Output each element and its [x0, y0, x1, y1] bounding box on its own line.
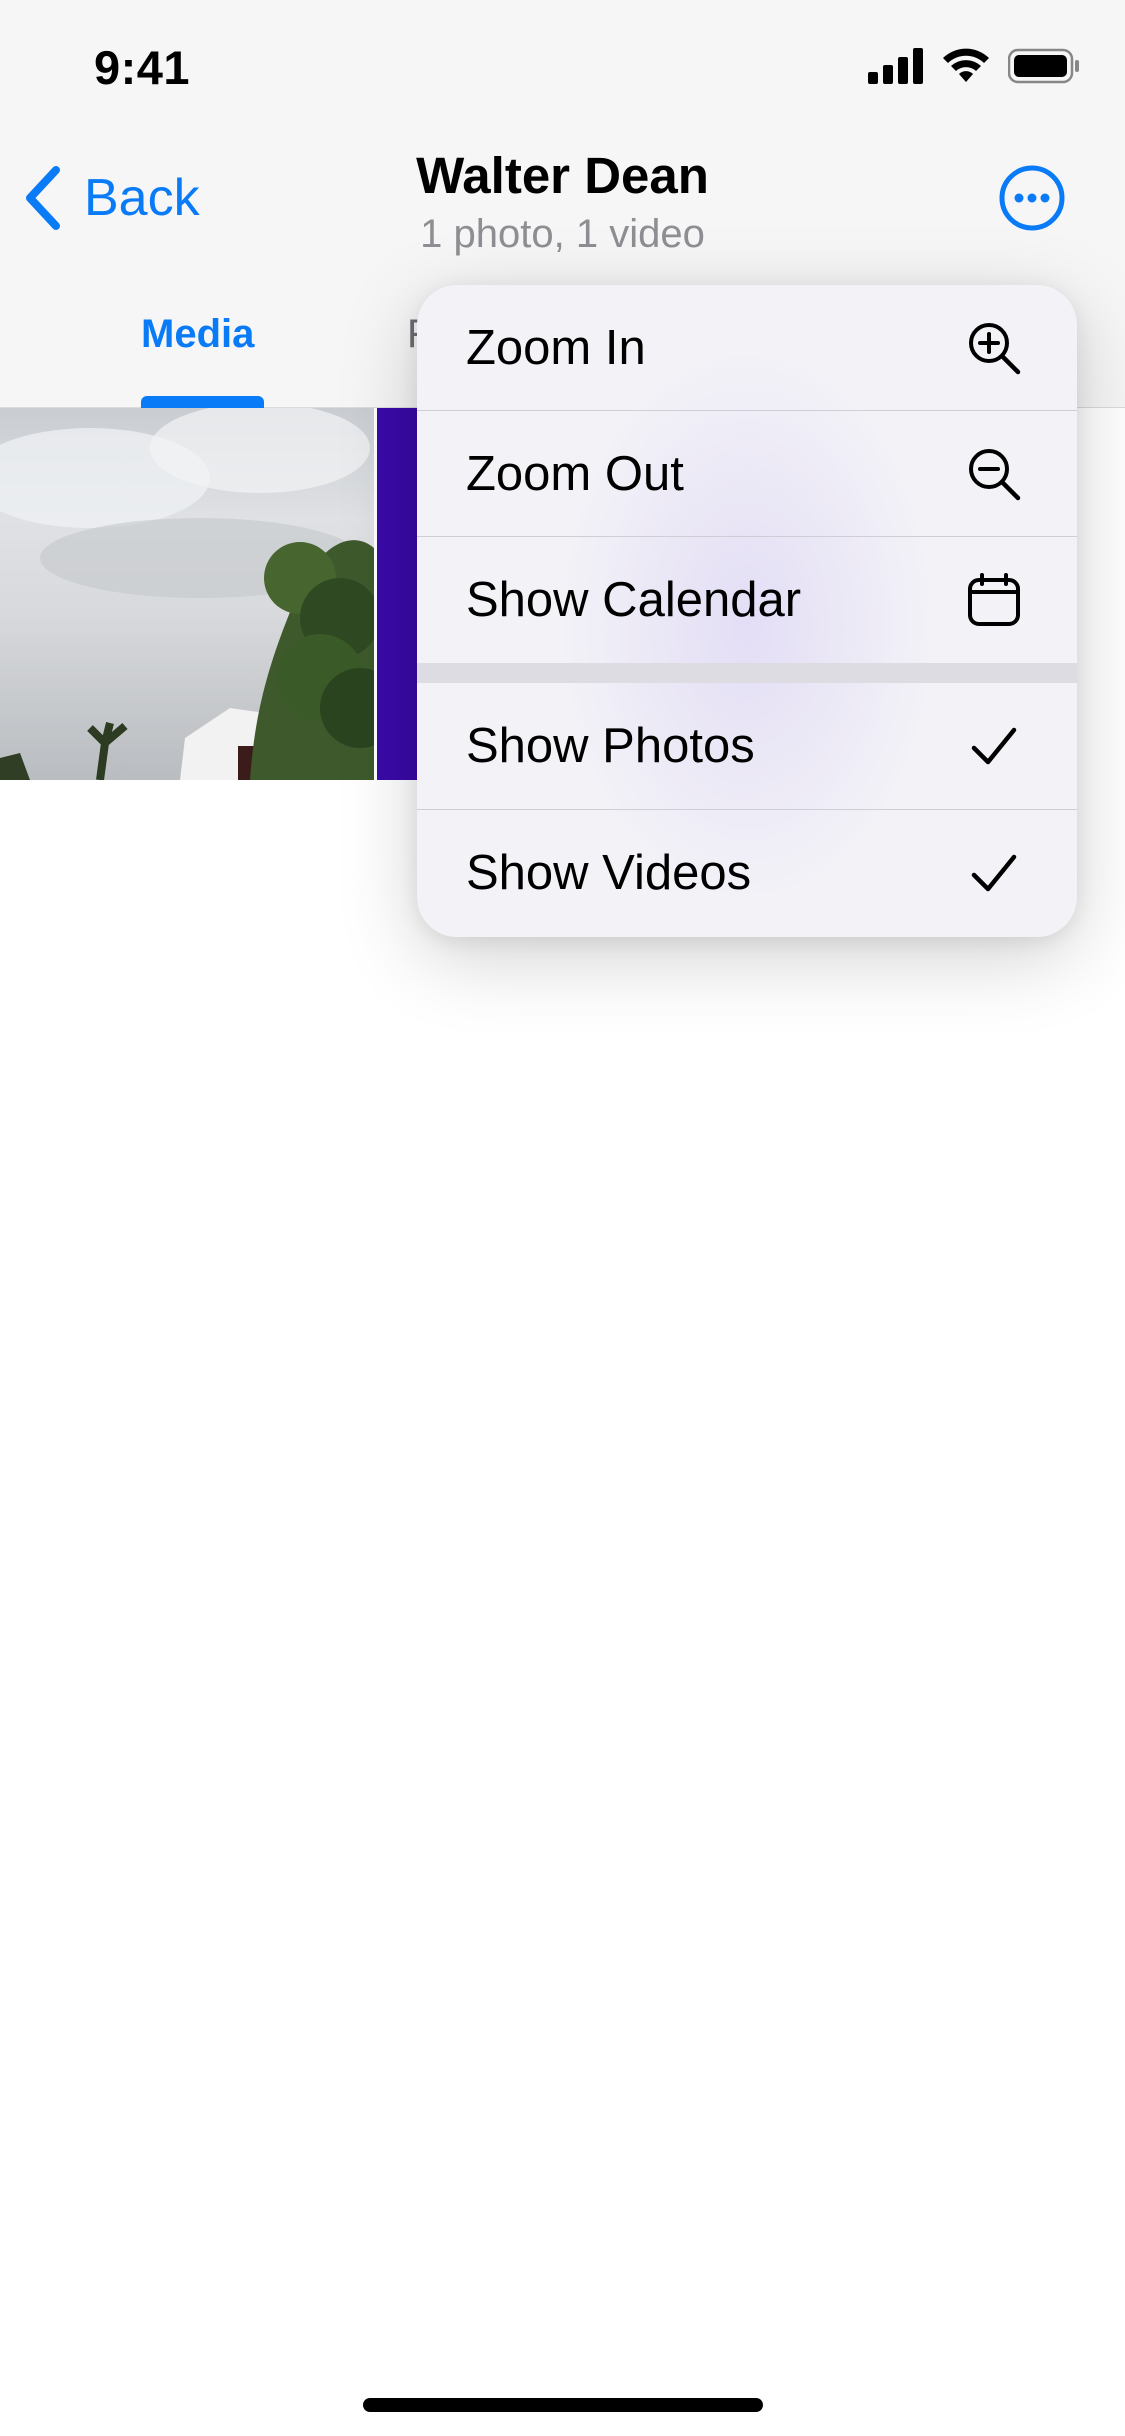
menu-item-label: Show Calendar [466, 572, 802, 627]
menu-item-zoom-out[interactable]: Zoom Out [417, 411, 1077, 536]
zoom-in-icon [966, 320, 1022, 376]
status-time: 9:41 [94, 41, 191, 94]
menu-group-separator [417, 663, 1077, 683]
menu-item-show-videos[interactable]: Show Videos [417, 810, 1077, 935]
battery-icon [1007, 48, 1080, 89]
ellipsis-circle-icon [999, 165, 1065, 231]
checkmark-icon [966, 718, 1022, 774]
menu-item-show-calendar[interactable]: Show Calendar [417, 537, 1077, 662]
cellular-signal-icon [868, 47, 924, 89]
page-subtitle: 1 photo, 1 video [420, 212, 705, 256]
tab-media[interactable]: Media [141, 312, 254, 357]
media-thumbnail-photo[interactable] [0, 408, 374, 780]
menu-item-label: Show Videos [466, 845, 752, 900]
wifi-icon [942, 48, 990, 89]
photo-scene [0, 408, 374, 780]
menu-item-label: Zoom In [466, 320, 646, 375]
calendar-icon [966, 572, 1022, 628]
menu-item-label: Show Photos [466, 718, 755, 773]
page-title: Walter Dean [416, 147, 709, 204]
options-menu: Zoom In Zoom Out Show Calendar Show Phot… [417, 285, 1077, 937]
menu-item-label: Zoom Out [466, 446, 684, 501]
checkmark-icon [966, 845, 1022, 901]
menu-item-zoom-in[interactable]: Zoom In [417, 285, 1077, 410]
status-icons [868, 47, 1080, 89]
home-indicator[interactable] [363, 2398, 763, 2412]
zoom-out-icon [966, 446, 1022, 502]
active-tab-indicator [141, 396, 264, 408]
menu-item-show-photos[interactable]: Show Photos [417, 683, 1077, 808]
more-options-button[interactable] [998, 164, 1066, 232]
